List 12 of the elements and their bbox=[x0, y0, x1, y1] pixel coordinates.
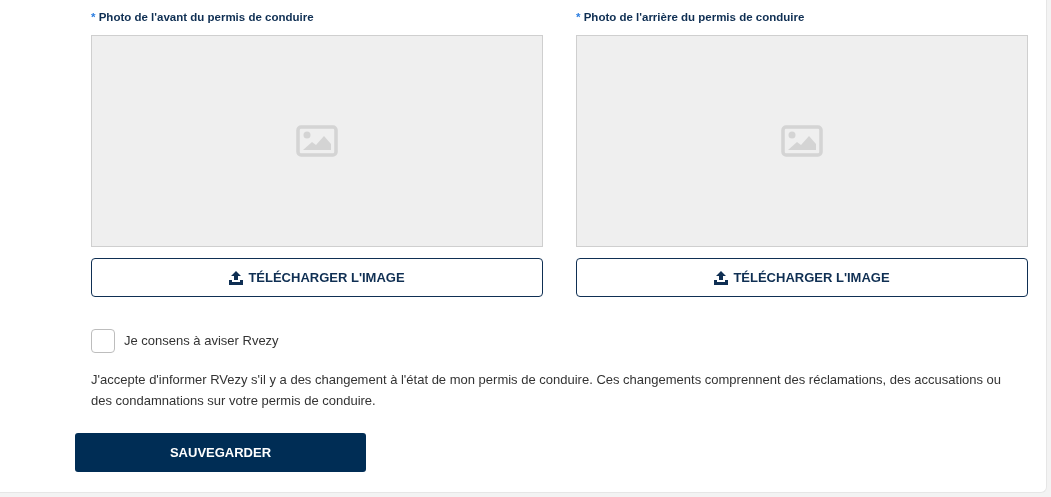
consent-notice: J'accepte d'informer RVezy s'il y a des changement à l'état de mon permis de conduire. Ces changements comprennent des réclamations, des accusations ou des condamnations sur votre permis de conduire. bbox=[90, 371, 1003, 410]
image-placeholder-icon bbox=[781, 125, 823, 157]
upload-button[interactable]: TÉLÉCHARGER L'IMAGE bbox=[576, 258, 1028, 297]
field-label: * Photo de l'arrière du permis de conduire bbox=[576, 10, 806, 25]
upload-icon bbox=[714, 270, 729, 285]
consent-checkbox[interactable] bbox=[91, 329, 115, 353]
upload-icon bbox=[229, 270, 244, 285]
field-label: * Photo de l'avant du permis de conduire bbox=[91, 10, 315, 25]
image-placeholder-icon bbox=[296, 125, 338, 157]
upload-button[interactable]: TÉLÉCHARGER L'IMAGE bbox=[91, 258, 543, 297]
save-button[interactable]: SAUVEGARDER bbox=[75, 433, 366, 472]
consent-label: Je consens à aviser Rvezy bbox=[124, 332, 279, 351]
